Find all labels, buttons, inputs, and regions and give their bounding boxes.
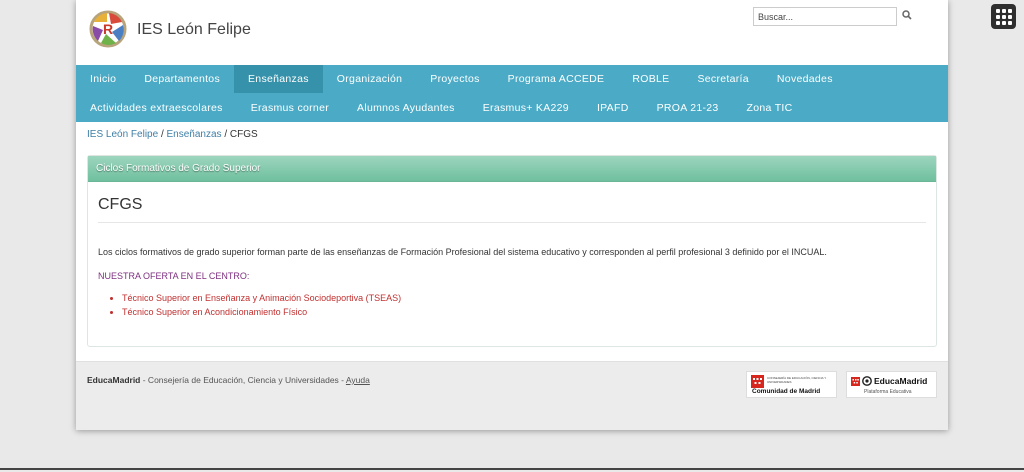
apps-grid-icon <box>1008 21 1012 25</box>
apps-grid-icon <box>1008 15 1012 19</box>
apps-grid-icon <box>1008 9 1012 13</box>
intro-paragraph: Los ciclos formativos de grado superior … <box>98 247 827 257</box>
nav-item-proa[interactable]: PROA 21-23 <box>643 93 733 122</box>
breadcrumb-separator: / <box>160 129 164 140</box>
nav-item-novedades[interactable]: Novedades <box>763 65 847 93</box>
offer-title: NUESTRA OFERTA EN EL CENTRO: <box>98 271 250 281</box>
nav-item-proyectos[interactable]: Proyectos <box>416 65 493 93</box>
educamadrid-logo-icon <box>862 376 872 386</box>
page-container: R IES León Felipe Inicio Departamentos E… <box>76 0 948 430</box>
search-input[interactable] <box>753 7 897 26</box>
school-logo-icon[interactable]: R <box>89 10 127 48</box>
apps-grid-icon <box>1002 21 1006 25</box>
breadcrumb: IES León Felipe / Enseñanzas / CFGS <box>76 122 948 147</box>
nav-item-alumnos-ayudantes[interactable]: Alumnos Ayudantes <box>343 93 469 122</box>
svg-text:R: R <box>103 21 113 37</box>
comunidad-madrid-badge[interactable]: CONSEJERÍA DE EDUCACIÓN, CIENCIA Y UNIVE… <box>746 371 837 398</box>
nav-item-zona-tic[interactable]: Zona TIC <box>733 93 807 122</box>
apps-grid-button[interactable] <box>991 4 1016 29</box>
educamadrid-badge[interactable]: EducaMadrid Plataforma Educativa <box>846 371 937 398</box>
list-item: Técnico Superior en Enseñanza y Animació… <box>122 293 926 303</box>
nav-item-erasmus-ka229[interactable]: Erasmus+ KA229 <box>469 93 583 122</box>
site-header: R IES León Felipe <box>76 0 948 65</box>
apps-grid-icon <box>996 15 1000 19</box>
list-item: Técnico Superior en Acondicionamiento Fí… <box>122 307 926 317</box>
nav-row-primary: Inicio Departamentos Enseñanzas Organiza… <box>76 65 948 93</box>
breadcrumb-separator: / <box>224 129 228 140</box>
breadcrumb-home-link[interactable]: IES León Felipe <box>87 129 158 140</box>
search-button[interactable] <box>899 7 915 23</box>
footer-brand: EducaMadrid <box>87 375 141 385</box>
main-navigation: Inicio Departamentos Enseñanzas Organiza… <box>76 65 948 122</box>
footer-description: - Consejería de Educación, Ciencia y Uni… <box>140 375 346 385</box>
footer-text: EducaMadrid - Consejería de Educación, C… <box>87 375 370 385</box>
nav-item-programa-accede[interactable]: Programa ACCEDE <box>494 65 619 93</box>
content-panel: Ciclos Formativos de Grado Superior CFGS… <box>87 155 937 347</box>
apps-grid-icon <box>1002 15 1006 19</box>
panel-header: Ciclos Formativos de Grado Superior <box>88 156 936 182</box>
offer-link-tseas[interactable]: Técnico Superior en Enseñanza y Animació… <box>122 293 401 303</box>
comunidad-madrid-logo-icon <box>751 375 764 388</box>
comunidad-madrid-logo-icon <box>851 377 860 386</box>
apps-grid-icon <box>996 9 1000 13</box>
nav-item-organizacion[interactable]: Organización <box>323 65 416 93</box>
apps-grid-icon <box>1002 9 1006 13</box>
badge-em-subtext: Plataforma Educativa <box>864 389 912 395</box>
panel-body: CFGS Los ciclos formativos de grado supe… <box>88 182 936 317</box>
search-icon <box>902 9 912 20</box>
nav-item-secretaria[interactable]: Secretaría <box>683 65 762 93</box>
nav-item-ipafd[interactable]: IPAFD <box>583 93 643 122</box>
nav-item-departamentos[interactable]: Departamentos <box>130 65 234 93</box>
breadcrumb-section-link[interactable]: Enseñanzas <box>167 129 222 140</box>
apps-grid-icon <box>996 21 1000 25</box>
page-title: CFGS <box>98 196 926 223</box>
offer-list: Técnico Superior en Enseñanza y Animació… <box>98 293 926 317</box>
nav-row-secondary: Actividades extraescolares Erasmus corne… <box>76 93 948 122</box>
nav-item-erasmus-corner[interactable]: Erasmus corner <box>237 93 343 122</box>
nav-item-ensenanzas[interactable]: Enseñanzas <box>234 65 323 93</box>
footer-help-link[interactable]: Ayuda <box>346 375 370 385</box>
breadcrumb-current: CFGS <box>229 129 258 140</box>
bottom-divider <box>0 468 1024 470</box>
nav-item-roble[interactable]: ROBLE <box>618 65 683 93</box>
nav-item-inicio[interactable]: Inicio <box>76 65 130 93</box>
site-footer: EducaMadrid - Consejería de Educación, C… <box>76 361 948 430</box>
badge-cm-text: Comunidad de Madrid <box>752 388 821 395</box>
badge-em-text: EducaMadrid <box>874 376 928 386</box>
offer-link-acondicionamiento[interactable]: Técnico Superior en Acondicionamiento Fí… <box>122 307 307 317</box>
nav-item-actividades[interactable]: Actividades extraescolares <box>76 93 237 122</box>
site-title[interactable]: IES León Felipe <box>137 21 251 39</box>
badge-cm-small-text: CONSEJERÍA DE EDUCACIÓN, CIENCIA Y UNIVE… <box>767 376 827 384</box>
